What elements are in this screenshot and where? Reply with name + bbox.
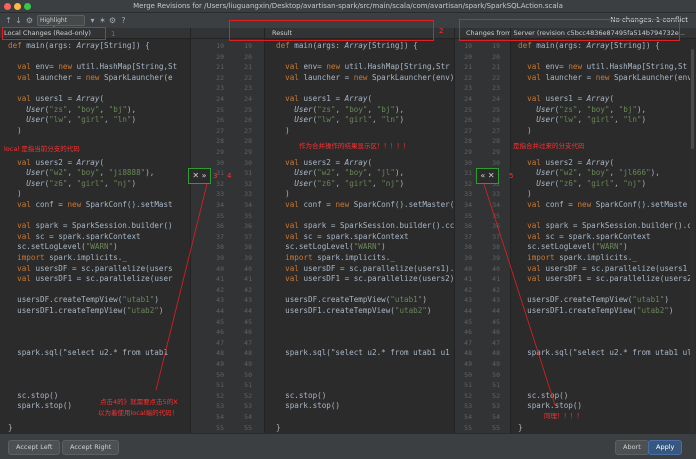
arrow-line-right bbox=[483, 183, 556, 406]
apply-button[interactable]: Apply bbox=[648, 440, 683, 455]
accept-right-button[interactable]: Accept Right bbox=[62, 440, 120, 455]
abort-button[interactable]: Abort bbox=[615, 440, 649, 455]
arrow-line-left bbox=[155, 183, 208, 391]
accept-left-button[interactable]: Accept Left bbox=[8, 440, 61, 455]
bottom-bar: Accept Left Accept Right Abort Apply bbox=[0, 433, 696, 459]
annotation-arrows bbox=[155, 183, 556, 406]
